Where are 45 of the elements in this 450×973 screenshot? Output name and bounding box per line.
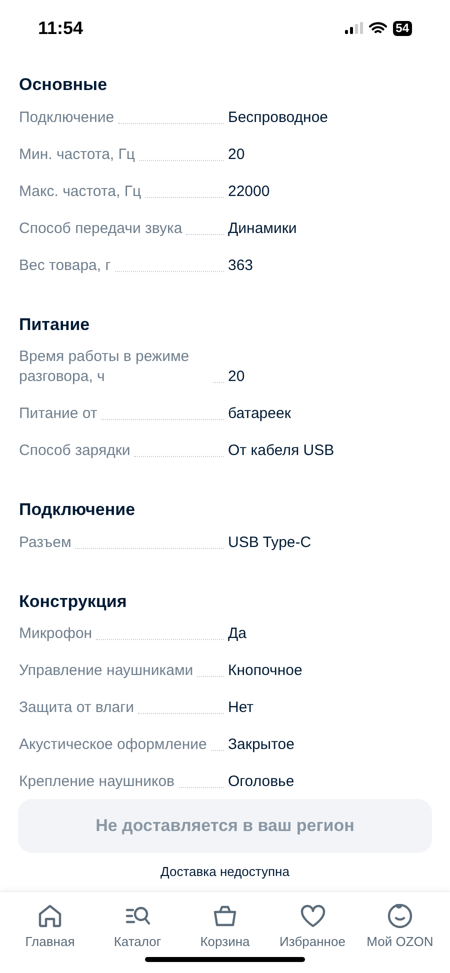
spec-value: Закрытое <box>228 735 294 755</box>
section-title: Питание <box>19 314 91 336</box>
tab-bar-item[interactable]: Каталог <box>98 902 178 957</box>
spec-label: Управление наушниками <box>19 661 194 681</box>
spec-label: Способ передачи звука <box>19 218 182 238</box>
spec-label: Акустическое оформление <box>19 735 207 755</box>
spec-label: Подключение <box>19 108 114 128</box>
spec-label: Вес товара, г <box>19 256 111 276</box>
spec-value: Оголовье <box>228 772 294 792</box>
home-icon <box>36 902 64 930</box>
spec-value: 20 <box>228 367 245 387</box>
wifi-icon <box>368 22 387 34</box>
tab-bar-item[interactable]: Избранное <box>272 902 352 957</box>
status-time: 11:54 <box>38 16 84 40</box>
spec-value: Динамики <box>228 218 297 238</box>
spec-label: Крепление наушников <box>19 772 175 792</box>
delivery-note: Доставка недоступна <box>160 862 290 881</box>
tab-bar-item[interactable]: Главная <box>10 902 90 957</box>
spec-value: Да <box>228 624 247 644</box>
spec-value: От кабеля USB <box>228 441 334 461</box>
spec-value: 20 <box>228 144 245 164</box>
spec-label: Время работы в режиме разговора, ч <box>19 347 190 387</box>
tab-bar-item[interactable]: Мой OZON <box>360 902 440 957</box>
spec-value: 363 <box>228 256 254 276</box>
spec-value: Нет <box>228 698 254 718</box>
spec-value: 22000 <box>228 182 270 202</box>
spec-value: USB Type-C <box>228 532 312 552</box>
spec-label: Питание от <box>19 404 98 424</box>
spec-label: Защита от влаги <box>19 698 134 718</box>
spec-value: Беспроводное <box>228 108 328 128</box>
spec-value: Кнопочное <box>228 661 302 681</box>
battery-level: 54 <box>392 20 412 36</box>
tab-bar-item[interactable]: Корзина <box>185 902 265 957</box>
section-title: Основные <box>19 74 108 96</box>
spec-label: Мин. частота, Гц <box>19 144 135 164</box>
section-title: Подключение <box>19 499 136 521</box>
spec-value: батареек <box>228 404 291 424</box>
spec-label: Разъем <box>19 532 72 552</box>
section-title: Конструкция <box>19 590 128 612</box>
signal-icon <box>344 22 363 34</box>
spec-label: Микрофон <box>19 624 92 644</box>
spec-label: Способ зарядки <box>19 441 130 461</box>
spec-label: Макс. частота, Гц <box>19 182 142 202</box>
heart-icon <box>298 902 326 930</box>
smiley-icon <box>386 902 414 930</box>
